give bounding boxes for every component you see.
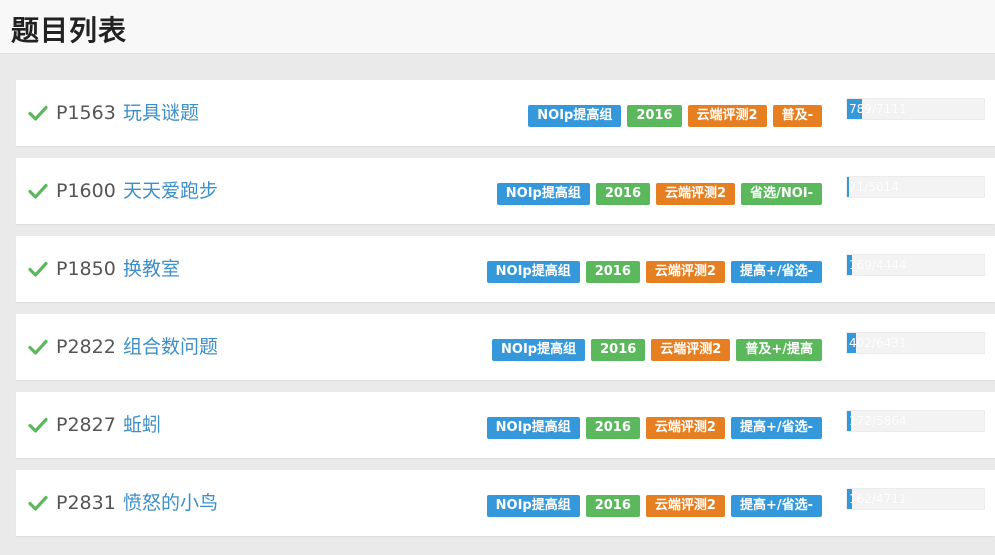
tag[interactable]: 2016 [585,417,640,439]
tag[interactable]: NOIp提高组 [486,495,580,517]
problem-id: P2827 [56,414,116,436]
problem-id: P2822 [56,336,116,358]
tag[interactable]: NOIp提高组 [528,105,622,127]
problem-id: P1850 [56,258,116,280]
tag-list: NOIp提高组 2016 云端评测2 普及- [528,105,822,127]
tag[interactable]: 提高+/省选- [730,495,822,517]
pass-rate-text: 169/4444 [849,258,907,272]
tag[interactable]: NOIp提高组 [492,339,586,361]
problem-id: P1563 [56,102,116,124]
problem-id: P2831 [56,492,116,514]
problem-title-link[interactable]: 愤怒的小鸟 [123,492,218,514]
pass-rate-bar: 162/4711 [846,488,985,510]
tag[interactable]: 2016 [595,183,651,205]
problem-id: P1600 [56,180,116,202]
tag[interactable]: 云端评测2 [645,261,725,283]
tag[interactable]: 云端评测2 [645,417,725,439]
tag[interactable]: NOIp提高组 [486,417,580,439]
tag[interactable]: 2016 [591,339,646,361]
tag[interactable]: 普及- [772,105,822,127]
problem-title-link[interactable]: 换教室 [123,258,180,280]
problem-row[interactable]: P1850 换教室 NOIp提高组 2016 云端评测2 提高+/省选- 169/44… [16,236,995,302]
tag[interactable]: NOIp提高组 [496,183,590,205]
pass-rate-bar: 172/5864 [846,410,985,432]
tag[interactable]: 普及+/提高 [736,339,822,361]
problem-row[interactable]: P2831 愤怒的小鸟 NOIp提高组 2016 云端评测2 提高+/省选- 162/… [16,470,995,536]
problem-title-link[interactable]: 天天爱跑步 [123,180,218,202]
pass-rate-bar: 169/4444 [846,254,985,276]
pass-rate-text: 71/5014 [849,180,899,194]
check-icon [28,339,48,355]
pass-rate-text: 402/6431 [849,336,907,350]
problem-row[interactable]: P2822 组合数问题 NOIp提高组 2016 云端评测2 普及+/提高 402/6… [16,314,995,380]
check-icon [28,495,48,511]
tag-list: NOIp提高组 2016 云端评测2 提高+/省选- [486,495,822,517]
check-icon [28,105,48,121]
tag[interactable]: 云端评测2 [645,495,725,517]
problem-title-link[interactable]: 组合数问题 [123,336,218,358]
tag-list: NOIp提高组 2016 云端评测2 省选/NOI- [496,183,822,205]
tag[interactable]: NOIp提高组 [486,261,580,283]
tag[interactable]: 提高+/省选- [730,417,822,439]
tag[interactable]: 省选/NOI- [741,183,822,205]
tag[interactable]: 云端评测2 [656,183,736,205]
tag[interactable]: 云端评测2 [687,105,767,127]
check-icon [28,417,48,433]
problem-row[interactable]: P1563 玩具谜题 NOIp提高组 2016 云端评测2 普及- 789/7111 [16,80,995,146]
problem-title-link[interactable]: 蚯蚓 [123,414,161,436]
pass-rate-text: 172/5864 [849,414,907,428]
problem-row[interactable]: P1600 天天爱跑步 NOIp提高组 2016 云端评测2 省选/NOI- 71/5… [16,158,995,224]
tag-list: NOIp提高组 2016 云端评测2 提高+/省选- [486,417,822,439]
tag[interactable]: 云端评测2 [651,339,731,361]
tag-list: NOIp提高组 2016 云端评测2 提高+/省选- [486,261,822,283]
pass-rate-text: 789/7111 [849,102,907,116]
pass-rate-text: 162/4711 [849,492,907,506]
tag[interactable]: 2016 [585,261,640,283]
page-header: 题目列表 [0,0,995,54]
pass-rate-bar: 71/5014 [846,176,985,198]
pass-rate-bar: 402/6431 [846,332,985,354]
problem-title-link[interactable]: 玩具谜题 [123,102,199,124]
tag[interactable]: 2016 [627,105,682,127]
page-title: 题目列表 [11,14,128,47]
check-icon [28,261,48,277]
pass-rate-bar: 789/7111 [846,98,985,120]
tag-list: NOIp提高组 2016 云端评测2 普及+/提高 [492,339,822,361]
problem-list: P1563 玩具谜题 NOIp提高组 2016 云端评测2 普及- 789/7111 … [16,80,995,548]
tag[interactable]: 提高+/省选- [730,261,822,283]
problem-row[interactable]: P2827 蚯蚓 NOIp提高组 2016 云端评测2 提高+/省选- 172/586… [16,392,995,458]
check-icon [28,183,48,199]
tag[interactable]: 2016 [585,495,640,517]
